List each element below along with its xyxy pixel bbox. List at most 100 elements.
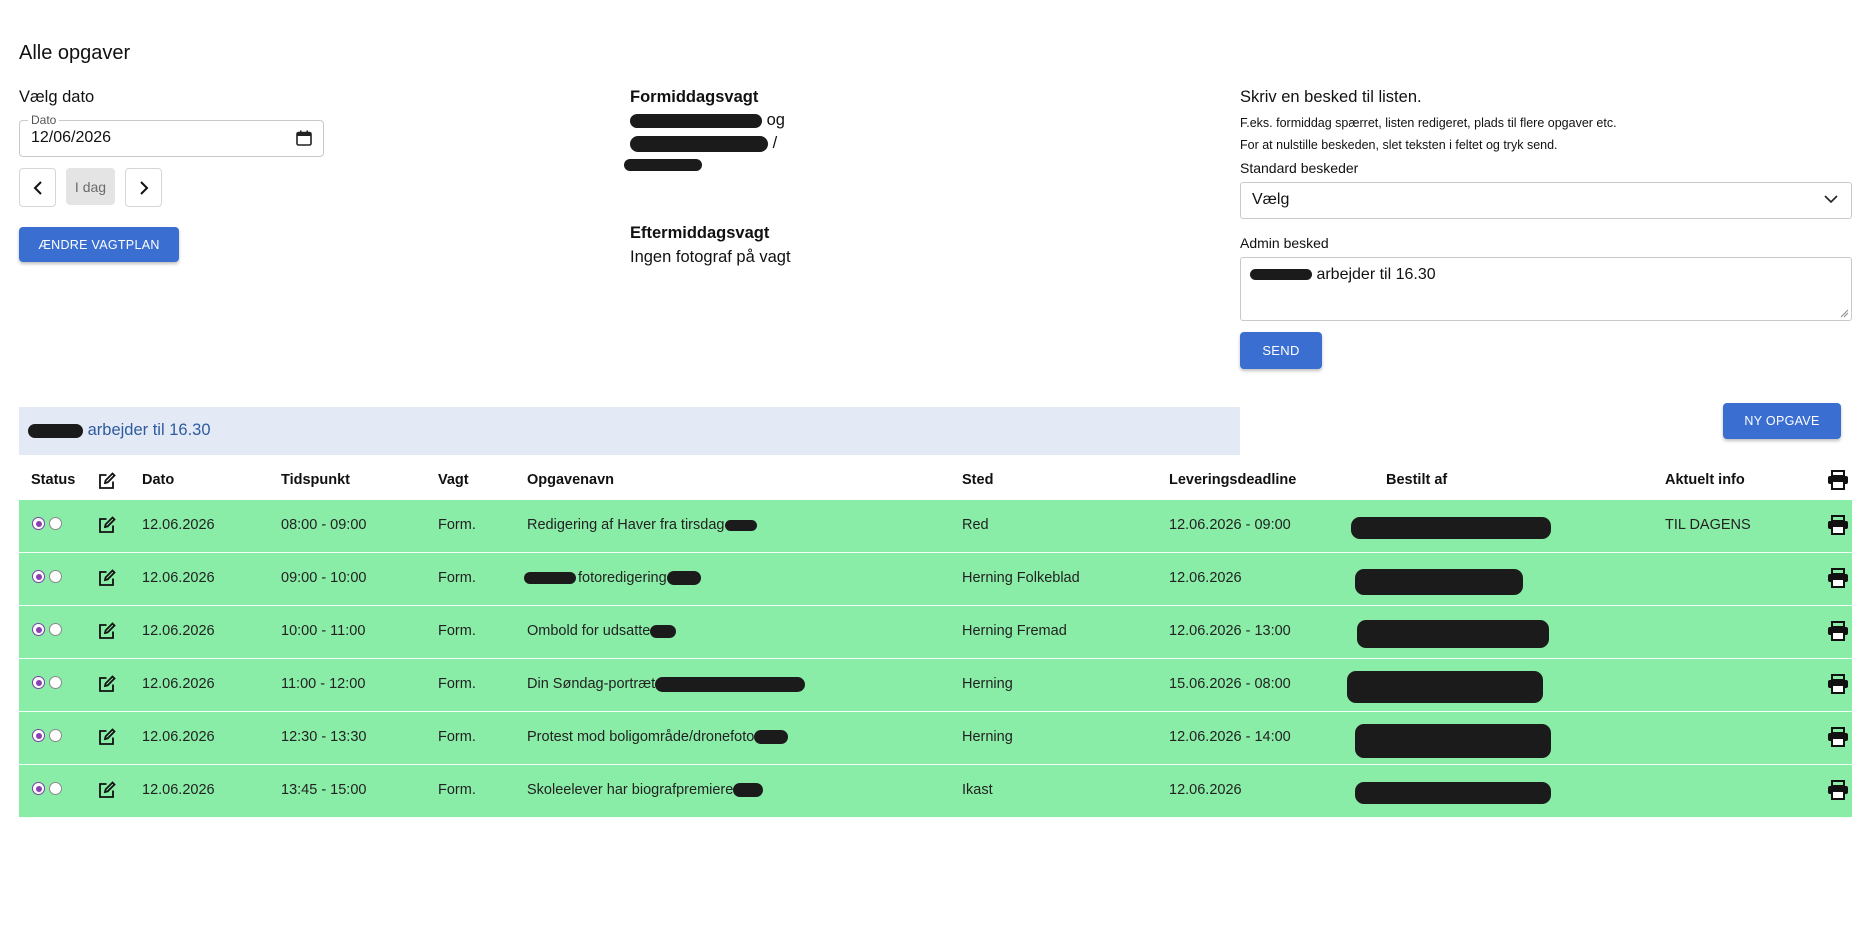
cell-dato: 12.06.2026 <box>142 623 215 639</box>
send-button[interactable]: SEND <box>1240 332 1322 369</box>
status-radio-done[interactable] <box>32 570 45 583</box>
status-radio-group <box>32 782 62 795</box>
previous-day-button[interactable] <box>19 168 56 207</box>
task-name-text: Skoleelever har biografpremiere <box>527 782 734 798</box>
today-button[interactable]: I dag <box>66 168 115 205</box>
message-hint-1: F.eks. formiddag spærret, listen rediger… <box>1240 116 1617 130</box>
cell-tidspunkt: 13:45 - 15:00 <box>281 782 367 798</box>
redacted-text <box>733 783 764 798</box>
printer-icon[interactable] <box>1827 621 1849 641</box>
status-radio-open[interactable] <box>49 729 62 742</box>
status-radio-open[interactable] <box>49 623 62 636</box>
status-radio-done[interactable] <box>32 517 45 530</box>
task-name-text: Din Søndag-portræt <box>527 676 656 692</box>
standard-messages-select[interactable]: Vælg <box>1240 182 1852 219</box>
next-day-button[interactable] <box>125 168 162 207</box>
afternoon-shift-title: Eftermiddagsvagt <box>630 224 770 242</box>
cell-sted: Ikast <box>962 782 993 798</box>
edit-icon[interactable] <box>97 568 117 588</box>
date-field-value[interactable]: 12/06/2026 <box>31 129 111 147</box>
cell-tidspunkt: 11:00 - 12:00 <box>281 676 366 692</box>
cell-dato: 12.06.2026 <box>142 676 215 692</box>
status-radio-group <box>32 676 62 689</box>
redacted-orderer <box>1355 569 1523 595</box>
status-radio-group <box>32 570 62 583</box>
header-dato: Dato <box>142 472 175 488</box>
cell-vagt: Form. <box>438 782 476 798</box>
header-tidspunkt: Tidspunkt <box>281 472 351 488</box>
edit-icon[interactable] <box>97 727 117 747</box>
date-field-legend: Dato <box>28 113 60 127</box>
cell-sted: Herning <box>962 676 1013 692</box>
table-row[interactable]: 12.06.2026 13:45 - 15:00 Form. Skoleelev… <box>19 765 1852 818</box>
status-radio-done[interactable] <box>32 782 45 795</box>
edit-icon[interactable] <box>97 515 117 535</box>
admin-message-label: Admin besked <box>1240 235 1329 251</box>
header-vagt: Vagt <box>438 472 469 488</box>
table-row[interactable]: 12.06.2026 11:00 - 12:00 Form. Din Sønda… <box>19 659 1852 712</box>
message-hint-2: For at nulstille beskeden, slet teksten … <box>1240 138 1558 152</box>
task-name-text: Redigering af Haver fra tirsdag <box>527 517 725 533</box>
admin-message-textarea[interactable]: arbejder til 16.30 <box>1240 257 1852 321</box>
printer-icon[interactable] <box>1827 515 1849 535</box>
morning-shift-sep: / <box>772 134 778 152</box>
table-row[interactable]: 12.06.2026 12:30 - 13:30 Form. Protest m… <box>19 712 1852 765</box>
cell-deadline: 12.06.2026 - 09:00 <box>1169 517 1291 533</box>
redacted-name <box>630 113 762 128</box>
status-radio-group <box>32 517 62 530</box>
status-radio-done[interactable] <box>32 729 45 742</box>
table-row[interactable]: 12.06.2026 10:00 - 11:00 Form. Ombold fo… <box>19 606 1852 659</box>
edit-icon[interactable] <box>97 621 117 641</box>
date-field[interactable]: Dato 12/06/2026 <box>19 113 324 157</box>
printer-icon[interactable] <box>1827 727 1849 747</box>
redacted-name <box>1250 269 1312 281</box>
edit-icon <box>99 472 116 489</box>
redacted-text <box>754 730 789 745</box>
redacted-text <box>524 572 576 585</box>
cell-opgavenavn: Protest mod boligområde/dronefoto <box>527 729 789 745</box>
edit-icon[interactable] <box>97 780 117 800</box>
status-radio-done[interactable] <box>32 676 45 689</box>
table-header: Status Dato Tidspunkt Vagt Opgavenavn St… <box>19 460 1852 500</box>
header-sted: Sted <box>962 472 994 488</box>
edit-icon[interactable] <box>97 674 117 694</box>
cell-vagt: Form. <box>438 570 476 586</box>
redacted-orderer <box>1351 517 1551 539</box>
cell-deadline: 15.06.2026 - 08:00 <box>1169 676 1291 692</box>
cell-deadline: 12.06.2026 - 13:00 <box>1169 623 1291 639</box>
cell-opgavenavn: Redigering af Haver fra tirsdag <box>527 517 758 533</box>
header-deadline: Leveringsdeadline <box>1169 472 1297 488</box>
printer-icon[interactable] <box>1827 470 1849 490</box>
header-opgavenavn: Opgavenavn <box>527 472 615 488</box>
cell-sted: Herning Folkeblad <box>962 570 1080 586</box>
printer-icon[interactable] <box>1827 674 1849 694</box>
status-radio-open[interactable] <box>49 782 62 795</box>
standard-messages-value: Vælg <box>1252 191 1290 208</box>
redacted-text <box>725 519 758 531</box>
cell-sted: Herning Fremad <box>962 623 1067 639</box>
task-name-text: fotoredigering <box>578 570 667 586</box>
chevron-down-icon <box>1824 195 1838 204</box>
status-radio-open[interactable] <box>49 517 62 530</box>
status-radio-group <box>32 729 62 742</box>
admin-message-banner: arbejder til 16.30 <box>19 407 1240 455</box>
table-row[interactable]: 12.06.2026 08:00 - 09:00 Form. Redigerin… <box>19 500 1852 553</box>
chevron-right-icon <box>139 180 148 195</box>
admin-message-value: arbejder til 16.30 <box>1316 266 1436 283</box>
status-radio-done[interactable] <box>32 623 45 636</box>
resize-handle-icon[interactable] <box>1839 308 1849 318</box>
morning-shift-conj: og <box>766 111 785 129</box>
redacted-orderer <box>1355 782 1551 804</box>
printer-icon[interactable] <box>1827 568 1849 588</box>
calendar-icon[interactable] <box>295 129 313 147</box>
shifts-section: Formiddagsvagt og / Eftermiddagsvagt Ing… <box>624 88 1050 267</box>
change-schedule-button[interactable]: ÆNDRE VAGTPLAN <box>19 227 179 262</box>
status-radio-open[interactable] <box>49 676 62 689</box>
table-row[interactable]: 12.06.2026 09:00 - 10:00 Form. fotoredig… <box>19 553 1852 606</box>
new-task-button[interactable]: NY OPGAVE <box>1723 403 1841 439</box>
cell-dato: 12.06.2026 <box>142 570 215 586</box>
printer-icon[interactable] <box>1827 780 1849 800</box>
page-title: Alle opgaver <box>19 42 131 64</box>
cell-opgavenavn: Skoleelever har biografpremiere <box>527 782 764 798</box>
status-radio-open[interactable] <box>49 570 62 583</box>
